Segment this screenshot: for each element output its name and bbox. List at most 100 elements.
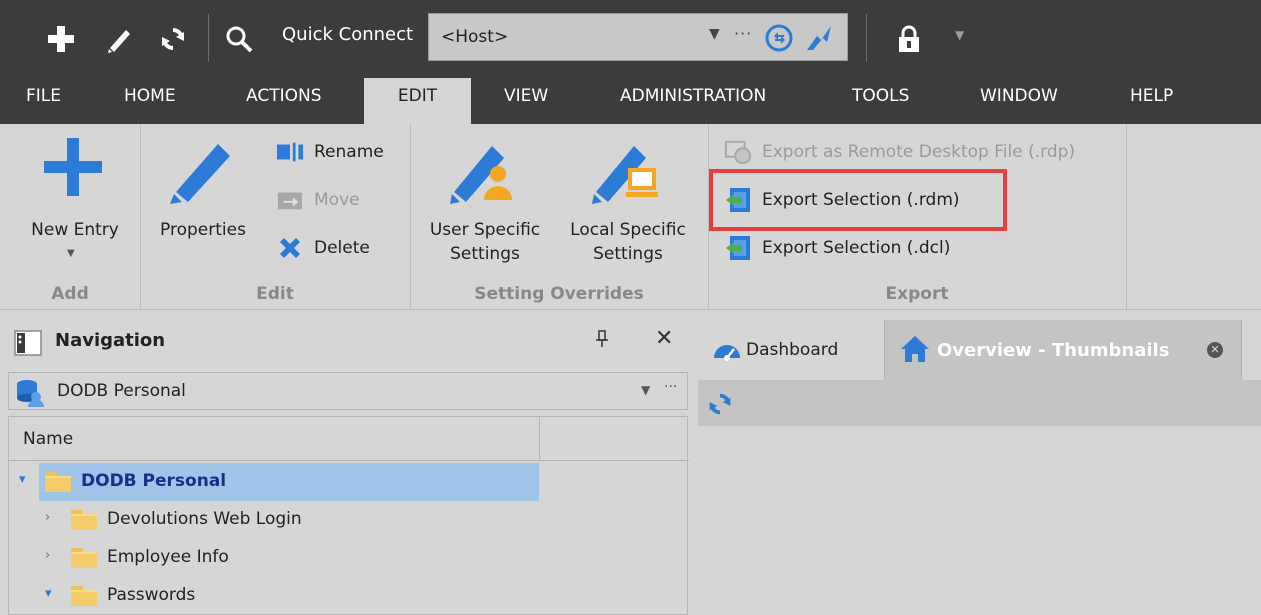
local-specific-line1: Local Specific [570,220,686,240]
edit-pencil-icon[interactable] [102,22,136,56]
chevron-right-icon[interactable]: › [45,510,50,525]
pin-icon[interactable] [596,330,608,352]
group-label-setting-overrides: Setting Overrides [474,284,644,304]
tab-dashboard-label: Dashboard [746,340,839,360]
folder-icon [45,472,71,492]
navigation-header: Navigation ✕ [0,320,690,366]
export-dcl-label: Export Selection (.dcl) [762,238,951,258]
tab-dashboard[interactable]: Dashboard [698,320,884,380]
menu-actions[interactable]: ACTIONS [246,78,322,124]
tree-item-passwords[interactable]: ▾ Passwords [9,577,689,615]
user-specific-line1: User Specific [429,220,541,240]
rename-label: Rename [314,142,384,162]
local-specific-line2: Settings [593,244,663,264]
user-specific-line2: Settings [450,244,520,264]
group-label-edit: Edit [256,284,294,304]
quick-access-toolbar: Quick Connect <Host> ▼ ··· ▼ [0,0,1261,78]
move-button[interactable]: Move [276,186,360,214]
new-entry-icon[interactable] [40,134,106,205]
search-icon[interactable] [222,22,256,56]
refresh-icon[interactable] [706,390,734,423]
more-icon[interactable]: ··· [664,379,677,395]
toolbar-separator [208,14,209,62]
tree-item-devolutions-web-login[interactable]: › Devolutions Web Login [9,501,689,539]
datasource-icon [15,377,45,412]
local-specific-settings-button[interactable]: Local Specific Settings [562,218,694,266]
user-specific-settings-button[interactable]: User Specific Settings [420,218,550,266]
properties-button[interactable]: Properties [150,218,256,242]
lock-icon[interactable] [892,22,926,56]
column-divider[interactable] [539,417,540,461]
menu-edit[interactable]: EDIT [364,78,471,124]
ribbon: New Entry ▼ Add Properties Rename Move D… [0,124,1261,310]
tab-overview-label: Overview - Thumbnails [937,340,1170,361]
delete-label: Delete [314,238,370,258]
host-placeholder: <Host> [441,27,509,47]
folder-icon [71,510,97,530]
properties-pencil-icon[interactable] [166,134,238,211]
move-label: Move [314,190,360,210]
quick-connect-go-icon[interactable] [803,22,835,59]
thumbnails-view [698,426,1261,615]
export-selection-dcl-button[interactable]: Export Selection (.dcl) [724,234,950,262]
dashboard-gauge-icon [712,338,742,369]
navigation-title: Navigation [55,330,166,351]
chevron-down-icon[interactable]: ▾ [45,586,52,601]
chevron-down-icon[interactable]: ▼ [709,26,720,42]
document-area: Dashboard Overview - Thumbnails ✕ [698,320,1261,615]
chevron-down-icon[interactable]: ▼ [67,248,75,259]
menu-file[interactable]: FILE [26,78,61,124]
tree-item-employee-info[interactable]: › Employee Info [9,539,689,577]
delete-button[interactable]: Delete [276,234,370,262]
chevron-right-icon[interactable]: › [45,548,50,563]
navigation-panel: Navigation ✕ DODB Personal ▼ ··· Name ▾ … [0,320,690,615]
home-icon [899,334,931,369]
close-tab-icon[interactable]: ✕ [1207,342,1223,358]
local-specific-settings-icon[interactable] [590,134,662,211]
tree-item-label: Devolutions Web Login [107,509,302,529]
navigation-panel-icon [14,330,42,361]
column-name-header[interactable]: Name [23,429,73,449]
datasource-selector[interactable]: DODB Personal ▼ ··· [8,372,688,410]
tree-item-label: DODB Personal [81,471,227,491]
menu-home[interactable]: HOME [124,78,176,124]
refresh-icon[interactable] [156,22,190,56]
group-separator [1126,124,1127,310]
title-toolbar: Quick Connect <Host> ▼ ··· ▼ [0,0,1261,78]
export-dcl-icon [724,234,752,262]
menu-view[interactable]: VIEW [504,78,548,124]
datasource-name: DODB Personal [57,381,186,401]
rename-button[interactable]: Rename [276,138,384,166]
tab-overview-thumbnails[interactable]: Overview - Thumbnails ✕ [884,320,1242,380]
toolbar-separator [866,14,867,62]
rdp-connect-icon[interactable] [765,24,795,57]
menu-bar: FILE HOME ACTIONS EDIT VIEW ADMINISTRATI… [0,78,1261,124]
export-rdp-icon [724,138,752,166]
rename-icon [276,138,304,166]
highlight-annotation [709,169,1007,231]
new-entry-button[interactable]: New Entry [20,218,130,242]
content-toolbar [698,380,1261,426]
export-rdp-label: Export as Remote Desktop File (.rdp) [762,142,1076,162]
tree-item-dodb-personal[interactable]: ▾ DODB Personal [9,463,689,501]
menu-tools[interactable]: TOOLS [852,78,909,124]
chevron-down-icon[interactable]: ▼ [641,383,650,397]
add-icon[interactable] [44,22,78,56]
menu-help[interactable]: HELP [1130,78,1173,124]
host-input[interactable]: <Host> ▼ ··· [428,13,848,61]
lock-dropdown-icon[interactable]: ▼ [955,28,964,42]
move-icon [276,186,304,214]
user-specific-settings-icon[interactable] [448,134,520,211]
close-icon[interactable]: ✕ [655,326,673,351]
menu-administration[interactable]: ADMINISTRATION [620,78,766,124]
folder-icon [71,586,97,606]
group-separator [140,124,141,310]
more-icon[interactable]: ··· [734,24,752,43]
export-rdp-button[interactable]: Export as Remote Desktop File (.rdp) [724,138,1075,166]
menu-window[interactable]: WINDOW [980,78,1058,124]
group-label-export: Export [885,284,949,304]
tree-item-label: Employee Info [107,547,229,567]
chevron-down-icon[interactable]: ▾ [19,472,26,487]
navigation-tree: Name ▾ DODB Personal › Devolutions Web L… [8,416,689,615]
group-label-add: Add [51,284,89,304]
